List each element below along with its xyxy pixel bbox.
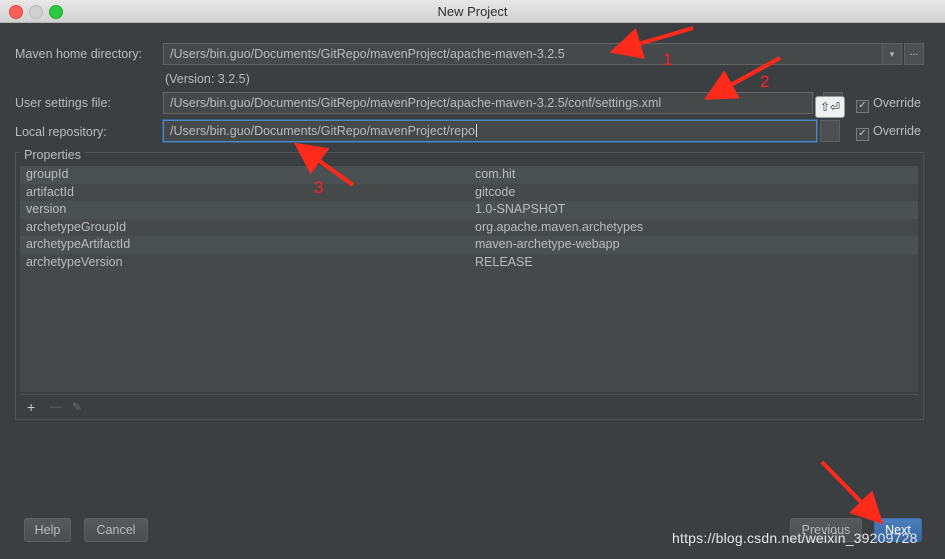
- annotation-number-3: 3: [314, 178, 324, 197]
- text-caret: [476, 124, 478, 137]
- properties-title: Properties: [20, 148, 85, 162]
- property-key: version: [26, 202, 67, 216]
- checkmark-icon: ✓: [856, 128, 869, 141]
- property-value[interactable]: 1.0-SNAPSHOT: [475, 201, 565, 219]
- title-bar: New Project: [0, 0, 945, 23]
- properties-toolbar: + — ✎: [20, 394, 918, 419]
- table-row[interactable]: groupId com.hit: [20, 166, 918, 184]
- property-key: artifactId: [26, 184, 74, 199]
- table-row[interactable]: artifactId gitcode: [20, 183, 918, 202]
- annotation-number-1: 1: [663, 50, 673, 69]
- local-repo-override-label: Override: [873, 124, 921, 138]
- chevron-down-icon: ▾: [889, 49, 895, 59]
- remove-icon[interactable]: —: [50, 401, 61, 413]
- local-repo-input[interactable]: /Users/bin.guo/Documents/GitRepo/mavenPr…: [163, 120, 817, 142]
- maven-home-label: Maven home directory:: [15, 47, 143, 61]
- property-key: archetypeGroupId: [26, 219, 127, 234]
- maven-home-browse-button[interactable]: ...: [904, 43, 924, 65]
- user-settings-label: User settings file:: [15, 96, 111, 110]
- local-repo-label: Local repository:: [15, 125, 107, 139]
- checkmark-icon: ✓: [856, 100, 869, 113]
- local-repo-browse-button[interactable]: [820, 120, 840, 142]
- table-row[interactable]: archetypeGroupId org.apache.maven.archet…: [20, 218, 918, 237]
- user-settings-override-label: Override: [873, 96, 921, 110]
- property-key: archetypeVersion: [26, 254, 123, 269]
- ellipsis-icon: ...: [909, 47, 919, 58]
- maven-version-note: (Version: 3.2.5): [165, 72, 250, 86]
- property-key: archetypeArtifactId: [26, 237, 131, 251]
- user-settings-input[interactable]: /Users/bin.guo/Documents/GitRepo/mavenPr…: [163, 92, 813, 114]
- edit-icon[interactable]: ✎: [72, 400, 82, 414]
- maven-home-value: /Users/bin.guo/Documents/GitRepo/mavenPr…: [170, 47, 565, 61]
- maven-home-input[interactable]: /Users/bin.guo/Documents/GitRepo/mavenPr…: [163, 43, 883, 65]
- table-row[interactable]: version 1.0-SNAPSHOT: [20, 201, 918, 219]
- table-row[interactable]: archetypeVersion RELEASE: [20, 253, 918, 272]
- user-settings-value: /Users/bin.guo/Documents/GitRepo/mavenPr…: [170, 96, 662, 110]
- properties-table[interactable]: groupId com.hit artifactId gitcode versi…: [20, 166, 918, 392]
- annotation-number-2: 2: [760, 72, 770, 91]
- property-value[interactable]: com.hit: [475, 166, 515, 184]
- add-icon[interactable]: +: [27, 399, 35, 415]
- maven-home-dropdown-button[interactable]: ▾: [882, 43, 902, 65]
- property-value[interactable]: maven-archetype-webapp: [475, 236, 620, 254]
- local-repo-value: /Users/bin.guo/Documents/GitRepo/mavenPr…: [170, 124, 476, 138]
- property-key: groupId: [26, 167, 69, 181]
- property-value[interactable]: org.apache.maven.archetypes: [475, 219, 643, 237]
- local-repo-override-checkbox[interactable]: ✓ Override: [856, 124, 921, 141]
- help-button[interactable]: Help: [24, 518, 71, 542]
- table-row[interactable]: archetypeArtifactId maven-archetype-weba…: [20, 236, 918, 254]
- shortcut-tooltip: ⇧⏎: [815, 96, 845, 118]
- shift-enter-icon: ⇧⏎: [819, 100, 841, 114]
- cancel-button[interactable]: Cancel: [84, 518, 148, 542]
- arrow-next: [820, 460, 884, 525]
- property-value[interactable]: RELEASE: [475, 254, 533, 272]
- user-settings-override-checkbox[interactable]: ✓ Override: [856, 96, 921, 113]
- watermark-text: https://blog.csdn.net/weixin_39209728: [672, 530, 918, 546]
- property-value[interactable]: gitcode: [475, 184, 515, 202]
- window-title: New Project: [437, 4, 508, 19]
